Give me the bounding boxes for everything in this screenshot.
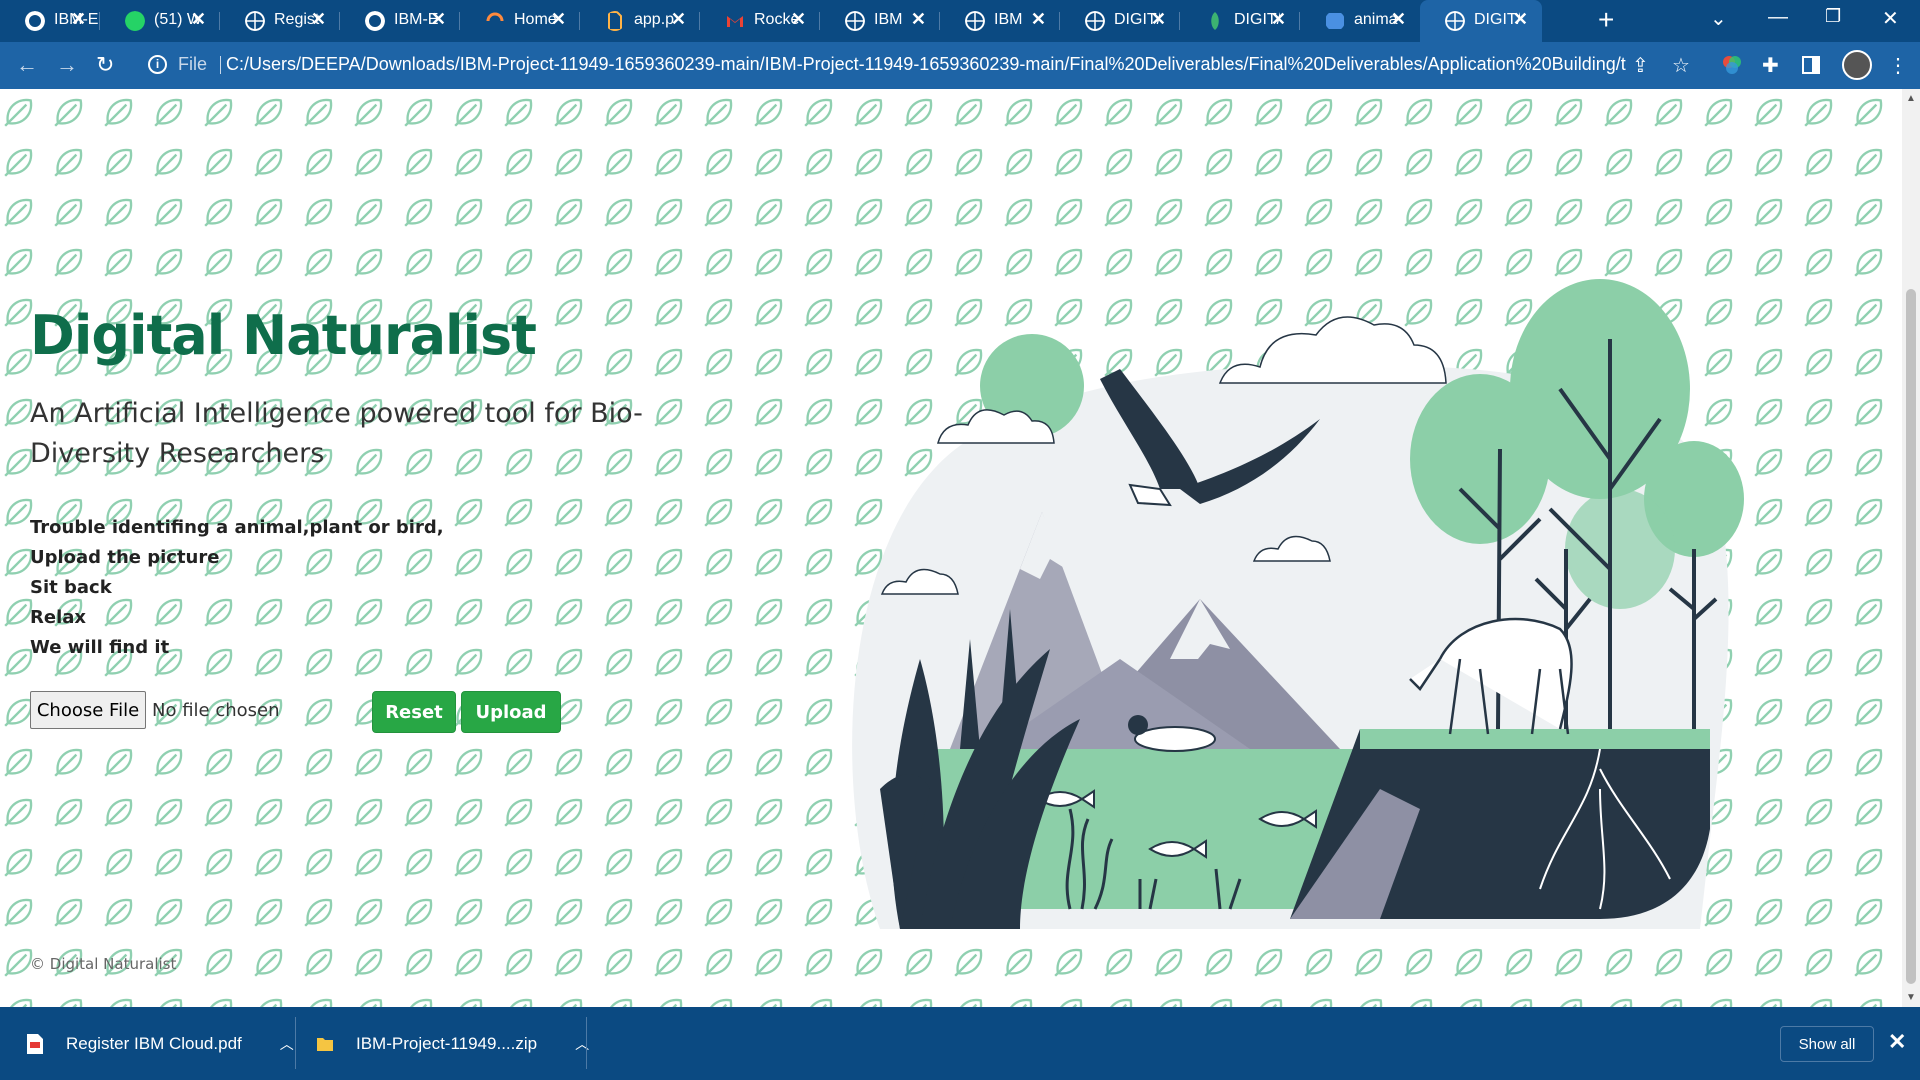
extensions-puzzle-icon[interactable]: ✚ [1762,53,1779,78]
nature-illustration [852,279,1744,929]
download-bar: Register IBM Cloud.pdf ︿ IBM-Project-119… [0,1007,1920,1080]
tab-8[interactable]: IBM ✕ [940,0,1060,42]
globe-icon [965,11,985,31]
globe-icon [1445,11,1465,31]
tab-5[interactable]: app.p ✕ [580,0,700,42]
instruction-item: Sit back [30,577,112,598]
pdf-icon [27,1033,43,1054]
github-icon [25,11,45,31]
show-all-button[interactable]: Show all [1780,1026,1874,1062]
instruction-item: Relax [30,607,86,628]
instruction-item: We will find it [30,637,170,658]
tab-0[interactable]: IBM-E ✕ [0,0,100,42]
scroll-down-arrow-icon[interactable]: ▼ [1906,992,1916,1003]
tab-2[interactable]: Regist ✕ [220,0,340,42]
ibb-icon [1326,13,1344,29]
whatsapp-icon [125,11,145,31]
color-extension-icon[interactable] [1722,55,1742,75]
close-tab-icon[interactable]: ✕ [671,9,686,30]
download-filename: Register IBM Cloud.pdf [66,1033,242,1053]
close-tab-icon[interactable]: ✕ [191,9,206,30]
close-tab-icon[interactable]: ✕ [1271,9,1286,30]
url-text[interactable]: C:/Users/DEEPA/Downloads/IBM-Project-119… [226,54,1626,75]
close-tab-icon[interactable]: ✕ [791,9,806,30]
new-tab-button[interactable]: + [1598,4,1614,36]
scheme-label: File [178,54,208,74]
browser-toolbar: ← → ↻ i File C:/Users/DEEPA/Downloads/IB… [0,42,1920,89]
share-icon[interactable]: ⇪ [1632,53,1649,78]
globe-icon [1085,11,1105,31]
close-tab-icon[interactable]: ✕ [1151,9,1166,30]
footer-copyright: © Digital Naturalist [30,955,177,973]
close-tab-icon[interactable]: ✕ [1031,9,1046,30]
menu-kebab-icon[interactable]: ⋮ [1888,53,1908,78]
close-tab-icon[interactable]: ✕ [911,9,926,30]
main-content: Digital Naturalist An Artificial Intelli… [0,89,1902,1007]
scroll-up-arrow-icon[interactable]: ▲ [1906,93,1916,104]
close-tab-icon[interactable]: ✕ [71,9,86,30]
globe-icon [245,11,265,31]
tab-strip: IBM-E ✕ (51) W ✕ Regist ✕ IBM-E ✕ Home ✕… [0,0,1920,42]
tab-3[interactable]: IBM-E ✕ [340,0,460,42]
file-input: Choose File No file chosen [30,691,280,729]
bookmark-star-icon[interactable]: ☆ [1672,53,1690,78]
scrollbar-thumb[interactable] [1906,289,1916,984]
profile-avatar[interactable] [1842,50,1872,80]
loading-icon [486,12,504,22]
close-download-bar-icon[interactable]: ✕ [1888,1029,1906,1055]
reset-button[interactable]: Reset [372,691,456,733]
close-window-icon[interactable]: ✕ [1882,6,1899,31]
side-panel-icon[interactable] [1802,56,1820,74]
tab-9[interactable]: DIGIT/ ✕ [1060,0,1180,42]
back-arrow-icon[interactable]: ← [16,52,38,78]
tab-12[interactable]: DIGIT/ ✕ [1420,0,1542,42]
download-item-pdf[interactable]: Register IBM Cloud.pdf ︿ [26,1007,294,1080]
download-item-zip[interactable]: IBM-Project-11949....zip ︿ [316,1007,589,1080]
leaf-icon [1211,12,1219,30]
chevron-up-icon[interactable]: ︿ [280,1034,294,1054]
instruction-item: Upload the picture [30,547,220,568]
tab-10[interactable]: DIGIT/ ✕ [1180,0,1300,42]
reload-icon[interactable]: ↻ [96,52,114,78]
browser-window: IBM-E ✕ (51) W ✕ Regist ✕ IBM-E ✕ Home ✕… [0,0,1920,1080]
page-subtitle: An Artificial Intelligence powered tool … [30,398,643,469]
restore-icon[interactable]: ❐ [1825,6,1841,27]
github-icon [365,11,385,31]
tab-4[interactable]: Home ✕ [460,0,580,42]
instruction-item: Trouble identifing a animal,plant or bir… [30,517,444,538]
close-tab-icon[interactable]: ✕ [1513,9,1528,30]
download-filename: IBM-Project-11949....zip [356,1033,538,1053]
page-viewport: Digital Naturalist An Artificial Intelli… [0,89,1902,1007]
instructions-list: Trouble identifing a animal,plant or bir… [30,513,444,663]
minimize-icon[interactable]: — [1768,6,1788,29]
file-icon [608,11,622,31]
address-bar[interactable]: i File C:/Users/DEEPA/Downloads/IBM-Proj… [138,47,1668,83]
tab-6[interactable]: Rocke ✕ [700,0,820,42]
choose-file-button[interactable]: Choose File [30,691,146,729]
tab-7[interactable]: IBM ✕ [820,0,940,42]
tab-1[interactable]: (51) W ✕ [100,0,220,42]
file-status-text: No file chosen [152,699,280,721]
page-scrollbar[interactable]: ▲ ▼ [1902,89,1920,1007]
site-info-icon[interactable]: i [148,55,167,74]
forward-arrow-icon[interactable]: → [56,52,78,78]
folder-icon [317,1037,333,1051]
tab-search-chevron-icon[interactable]: ⌄ [1710,6,1727,31]
close-tab-icon[interactable]: ✕ [311,9,326,30]
globe-icon [845,11,865,31]
gmail-icon [727,16,743,27]
page-title: Digital Naturalist [30,304,537,367]
close-tab-icon[interactable]: ✕ [551,9,566,30]
close-tab-icon[interactable]: ✕ [431,9,446,30]
tab-11[interactable]: anima ✕ [1300,0,1420,42]
upload-button[interactable]: Upload [461,691,561,733]
close-tab-icon[interactable]: ✕ [1391,9,1406,30]
